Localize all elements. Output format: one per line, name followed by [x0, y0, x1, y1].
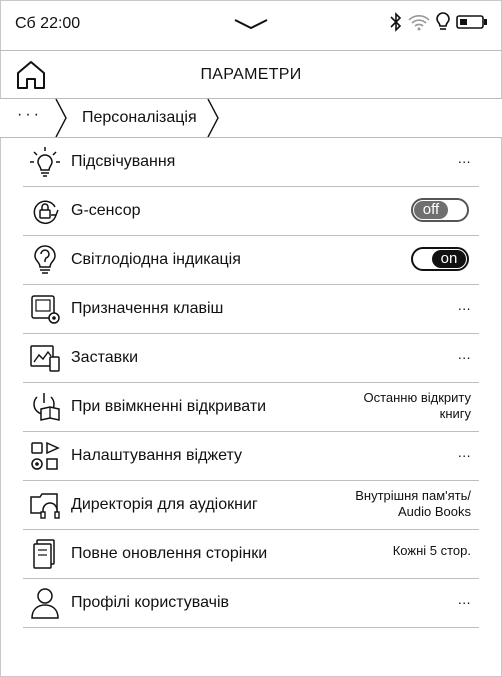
bluetooth-icon: [390, 12, 402, 32]
setting-label: Профілі користувачів: [71, 594, 230, 611]
setting-value: ...: [457, 346, 471, 362]
setting-label: Призначення клавіш: [71, 300, 224, 317]
setting-label: При ввімкненні відкривати: [71, 398, 267, 415]
setting-label: Директорія для аудіокниг: [71, 496, 258, 513]
setting-row-user-profiles[interactable]: Профілі користувачів ...: [23, 579, 479, 628]
setting-value: ...: [457, 297, 471, 313]
setting-row-widget[interactable]: Налаштування віджету ...: [23, 432, 479, 481]
setting-row-gsensor[interactable]: G-сенсор off: [23, 187, 479, 236]
rotate-lock-icon: [33, 200, 59, 224]
setting-value: ...: [457, 444, 471, 460]
battery-icon: [456, 15, 487, 29]
light-bulb-icon: [436, 12, 450, 30]
power-book-icon: [33, 393, 60, 421]
setting-value-line: книгу: [439, 406, 471, 421]
wifi-icon: [408, 15, 430, 31]
status-icons: [390, 12, 488, 32]
bulb-sun-icon: [30, 147, 60, 177]
setting-row-audiobooks-dir[interactable]: Директорія для аудіокниг Внутрішня пам'я…: [23, 481, 479, 530]
breadcrumb: ··· Персоналізація: [0, 99, 502, 137]
led-toggle[interactable]: on: [411, 247, 469, 271]
keys-gear-icon: [31, 295, 60, 324]
header: ПАРАМЕТРИ: [0, 51, 502, 98]
setting-label: Заставки: [71, 349, 139, 366]
setting-value: Останню відкриту книгу: [363, 390, 471, 422]
breadcrumb-current[interactable]: Персоналізація: [82, 109, 197, 127]
setting-value-line: Внутрішня пам'ять/: [355, 488, 471, 503]
setting-value: ...: [457, 591, 471, 607]
setting-value: Внутрішня пам'ять/ Audio Books: [355, 488, 471, 520]
setting-row-led[interactable]: Світлодіодна індикація on: [23, 236, 479, 285]
setting-value-line: Audio Books: [398, 504, 471, 519]
setting-row-backlight[interactable]: Підсвічування ...: [23, 138, 479, 187]
setting-row-on-startup[interactable]: При ввімкненні відкривати Останню відкри…: [23, 383, 479, 432]
led-question-icon: [34, 245, 56, 274]
page-title: ПАРАМЕТРИ: [200, 66, 302, 83]
setting-label: Підсвічування: [71, 153, 176, 170]
page-refresh-icon: [33, 539, 55, 569]
toggle-state: off: [414, 201, 448, 219]
setting-value: ...: [457, 150, 471, 166]
widget-icon: [31, 441, 60, 470]
setting-row-full-refresh[interactable]: Повне оновлення сторінки Кожні 5 стор.: [23, 530, 479, 579]
setting-value-line: Останню відкриту: [363, 390, 471, 405]
folder-headphones-icon: [30, 493, 60, 519]
chevron-down-icon[interactable]: [233, 16, 269, 37]
setting-label: G-сенсор: [71, 202, 141, 219]
screensaver-icon: [30, 345, 60, 372]
setting-value: Кожні 5 стор.: [392, 543, 471, 558]
status-bar: Сб 22:00: [0, 0, 502, 50]
setting-row-keys[interactable]: Призначення клавіш ...: [23, 285, 479, 334]
toggle-state: on: [432, 250, 466, 268]
status-time: Сб 22:00: [15, 15, 81, 32]
setting-row-screensavers[interactable]: Заставки ...: [23, 334, 479, 383]
setting-label: Повне оновлення сторінки: [71, 545, 268, 562]
setting-label: Світлодіодна індикація: [71, 251, 241, 268]
settings-list: Підсвічування ... G-сенсор off Світлодіо…: [23, 138, 479, 628]
breadcrumb-more-button[interactable]: ···: [17, 106, 42, 124]
gsensor-toggle[interactable]: off: [411, 198, 469, 222]
setting-label: Налаштування віджету: [71, 447, 242, 464]
user-icon: [31, 588, 59, 619]
